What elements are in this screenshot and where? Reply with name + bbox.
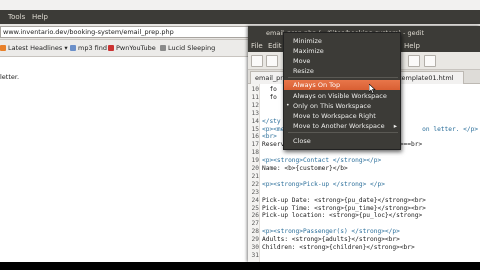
music-icon [70,45,76,51]
line-number: 30 [251,244,259,251]
code-line: Pick-up location: <strong>{pu_loc}</stro… [262,212,423,220]
line-number: 27 [251,220,259,228]
menu-item-move[interactable]: Move [284,56,400,66]
menu-file[interactable]: File [251,42,263,50]
menu-item-label: Move to Another Workspace [293,122,385,130]
youtube-icon [108,45,114,51]
chevron-right-icon: ▸ [393,122,397,130]
menu-item-label: Move to Workspace Right [293,112,376,120]
code-line: <p><strong>Contact </strong></p> [262,157,382,165]
menu-tools[interactable]: Tools [8,13,25,21]
menu-help[interactable]: Help [32,13,48,21]
rss-icon [0,45,6,51]
code-line: Adults: <strong>{adults}</strong><br> [262,236,400,244]
line-number: 19 [251,157,259,165]
code-line: Name: <b>{customer}</b> [262,165,348,172]
code-line: <p><strong>Pick-up </strong> </p> [262,180,385,188]
code-line: Pick-up Date: <strong>{pu_date}</strong>… [262,196,426,204]
page-text: letter. [0,73,20,81]
open-document-icon[interactable] [266,55,278,67]
menu-item-resize[interactable]: Resize [284,66,400,76]
radio-indicator-icon: • [286,102,290,109]
menu-item-always-on-visible-workspace[interactable]: Always on Visible Workspace [284,91,400,101]
menu-separator [288,132,398,133]
tab-label: template01.html [399,74,454,82]
menu-item-label: Minimize [293,37,322,45]
line-number: 17 [251,141,259,149]
bookmark-lucid-sleeping[interactable]: Lucid Sleeping [160,44,215,52]
menu-help[interactable]: Help [404,42,420,50]
line-number: 26 [251,212,259,220]
folder-icon [160,45,166,51]
line-number: 29 [251,236,259,244]
menu-item-minimize[interactable]: Minimize [284,36,400,46]
menu-item-close[interactable]: Close [284,136,400,146]
new-document-icon[interactable] [251,55,263,67]
search-icon[interactable] [408,55,420,67]
menu-item-move-to-workspace-right[interactable]: Move to Workspace Right [284,111,400,121]
line-number: 12 [251,101,259,109]
chevron-down-icon: ▾ [64,44,68,52]
line-number: 14 [251,117,259,125]
line-number: 15 [251,125,259,133]
line-number: 10 [251,86,259,93]
menu-separator [288,77,398,78]
bookmark-pwnyoutube[interactable]: PwnYouTube [108,44,156,52]
menu-item-label: Always On Top [293,81,341,89]
line-number: 20 [251,165,259,172]
menu-item-label: Maximize [293,47,324,55]
line-number: 28 [251,228,259,236]
bookmark-mp3-find[interactable]: mp3 find [70,44,107,52]
menu-item-maximize[interactable]: Maximize [284,46,400,56]
menu-item-label: Close [293,137,311,145]
code-line: <br> [262,133,277,141]
tab-template01[interactable]: template01.html [394,71,464,84]
menu-item-label: Move [293,57,311,65]
line-number: 16 [251,133,259,141]
line-number: 22 [251,180,259,188]
line-number: 21 [251,172,259,180]
line-number: 18 [251,149,259,157]
bookmark-latest-headlines[interactable]: Latest Headlines ▾ [0,44,68,52]
code-line: fo [262,86,277,93]
menu-item-label: Resize [293,67,314,75]
replace-icon[interactable] [424,55,436,67]
code-line: Pick-up Time: <strong>{pu_time}</strong>… [262,204,426,212]
menu-item-move-to-another-workspace[interactable]: Move to Another Workspace ▸ [284,121,400,131]
window-menu: Minimize Maximize Move Resize Always On Top A… [283,32,401,150]
menu-item-always-on-top[interactable]: Always On Top [284,80,400,90]
line-number: 24 [251,196,259,204]
menu-item-only-on-this-workspace[interactable]: • Only on This Workspace [284,101,400,111]
url-input[interactable]: www.inventario.dev/booking-system/email_… [0,26,250,38]
line-number: 23 [251,188,259,196]
line-number: 11 [251,93,259,101]
code-line: fo [262,93,277,101]
browser-menubar: Tools Help [0,10,480,24]
desktop-background [0,262,480,270]
line-number: 31 [251,251,259,259]
menu-item-label: Only on This Workspace [293,102,371,110]
code-line: </sty [262,117,281,125]
line-number: 13 [251,109,259,117]
code-line: <p><strong>Passenger(s) </strong></p> [262,228,400,236]
code-line: Children: <strong>{children}</strong><br… [262,244,415,251]
menu-edit[interactable]: Edit [268,42,282,50]
line-number: 25 [251,204,259,212]
line-number-gutter: 10 11 12 13 14 15 16 17 18 19 20 21 22 23 24 25 26 27 28 29… [248,84,260,262]
